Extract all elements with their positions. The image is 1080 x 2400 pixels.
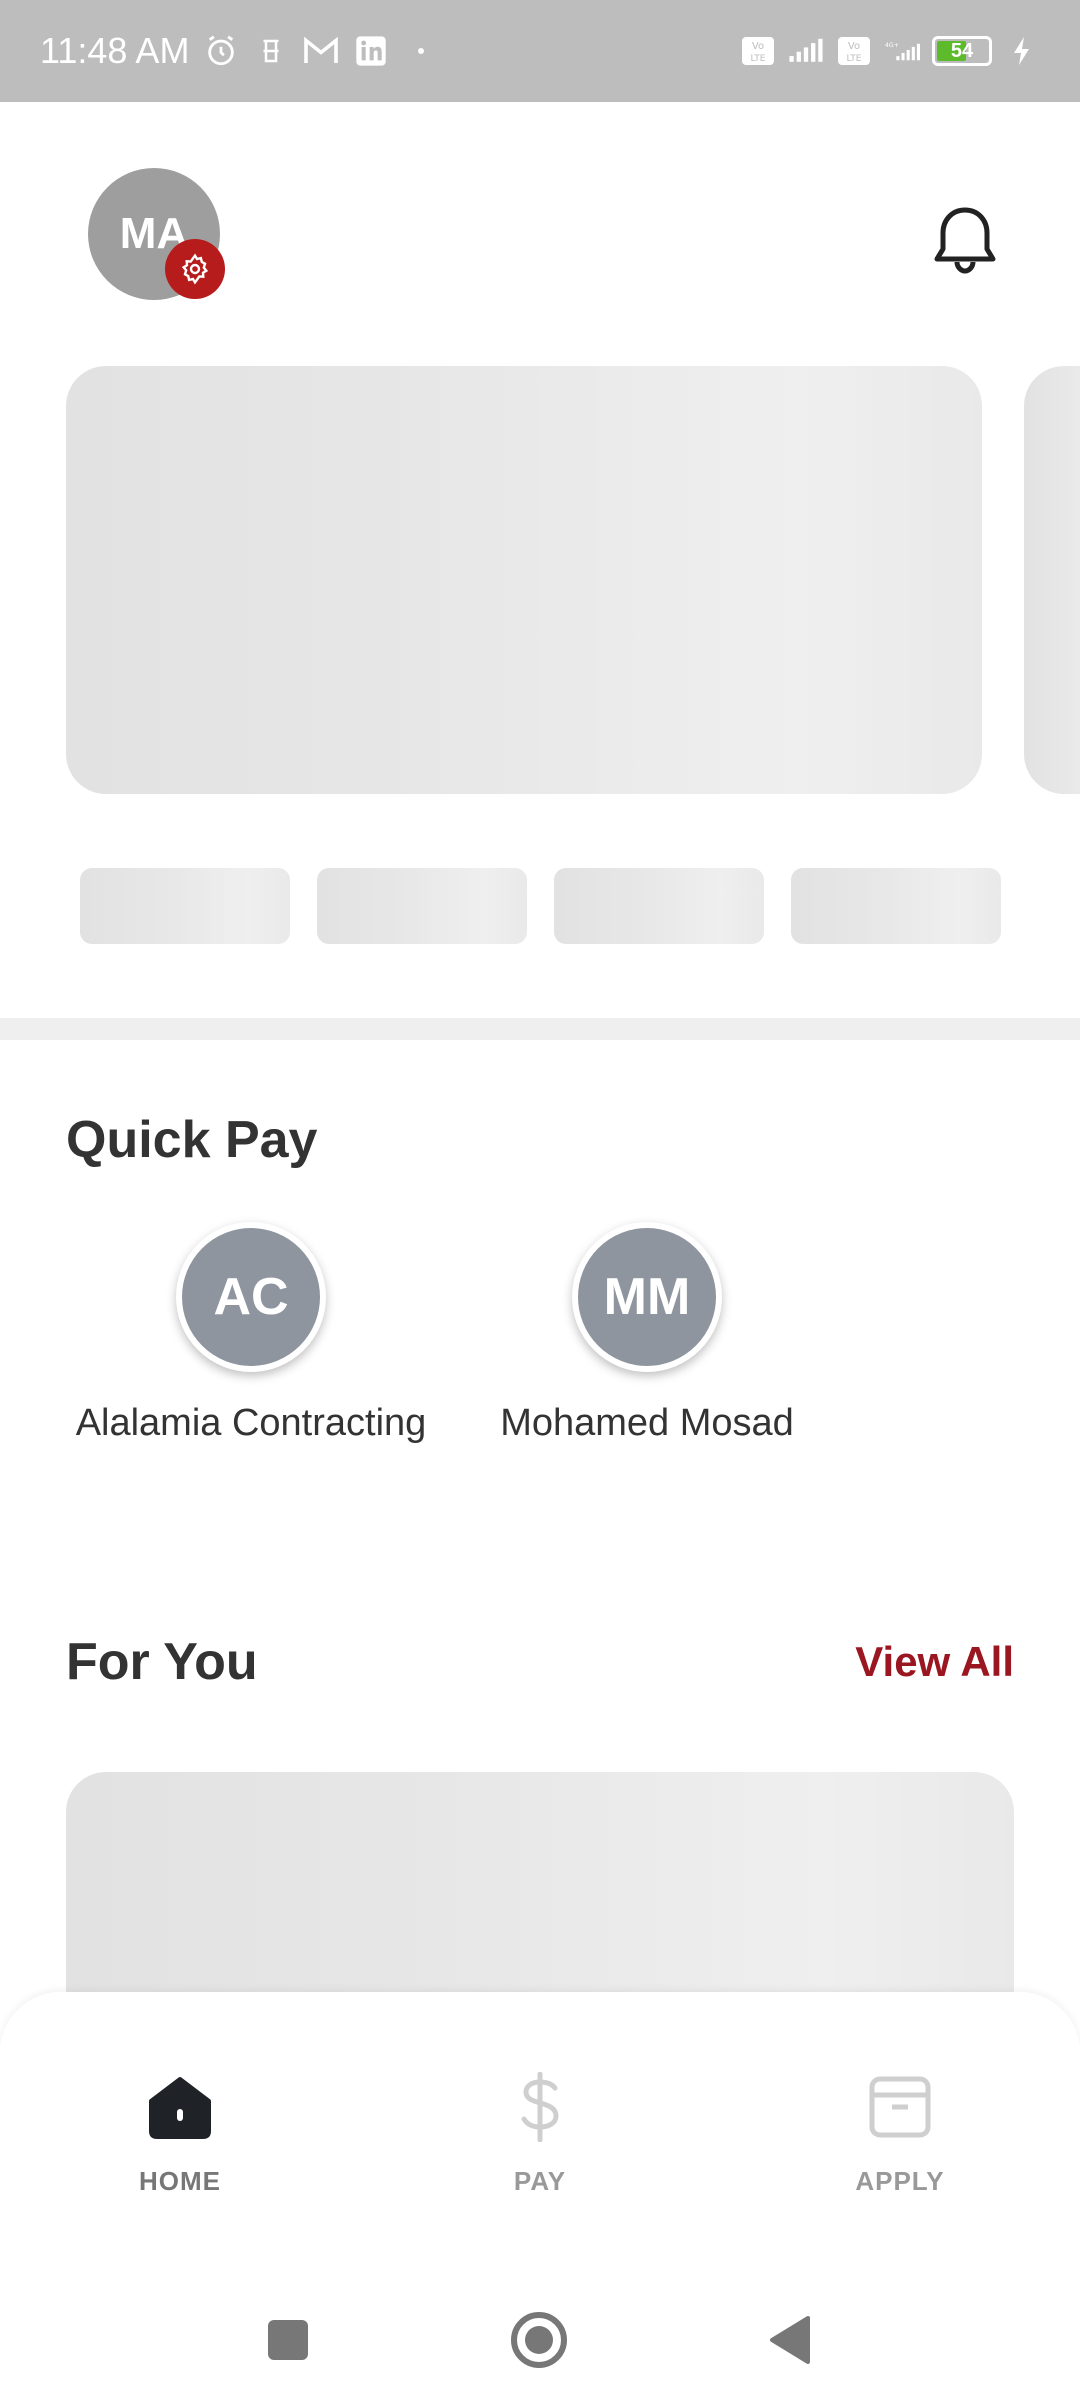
contact-name: Mohamed Mosad — [500, 1402, 794, 1444]
svg-text:LTE: LTE — [751, 54, 766, 64]
contact-name: Alalamia Contracting — [75, 1402, 427, 1444]
for-you-title: For You — [66, 1633, 258, 1691]
linkedin-icon — [353, 33, 389, 69]
volte-icon: Vo LTE — [740, 33, 776, 69]
gear-icon — [181, 253, 209, 285]
contact-avatar: AC — [176, 1222, 326, 1372]
status-right: Vo LTE Vo LTE 4G+ 54 — [740, 33, 1040, 69]
alarm-icon — [203, 33, 239, 69]
home-icon — [145, 2072, 215, 2142]
contact-initials: AC — [213, 1268, 289, 1326]
nav-label-apply: APPLY — [855, 2166, 945, 2196]
home-circle-icon — [511, 2312, 567, 2368]
back-icon — [770, 2316, 810, 2364]
svg-text:LTE: LTE — [847, 54, 862, 64]
contact-avatar: MM — [572, 1222, 722, 1372]
bell-icon — [934, 207, 996, 274]
recent-apps-button[interactable] — [258, 2310, 318, 2370]
archive-icon — [865, 2072, 935, 2142]
signal-icon — [788, 33, 824, 69]
more-dot-icon — [403, 33, 439, 69]
nav-item-apply[interactable]: APPLY — [800, 2072, 1000, 2197]
svg-text:Vo: Vo — [848, 41, 860, 52]
svg-text:Vo: Vo — [752, 41, 764, 52]
app-notification-icon — [253, 33, 289, 69]
notifications-button[interactable] — [930, 200, 1000, 280]
battery-level: 54 — [950, 39, 974, 62]
nav-label-home: HOME — [139, 2166, 221, 2196]
action-pill-skeleton-4 — [791, 868, 1001, 944]
action-pill-skeleton-3 — [554, 868, 764, 944]
battery-icon: 54 — [932, 36, 992, 66]
nav-item-pay[interactable]: PAY — [440, 2072, 640, 2197]
system-navigation-bar — [0, 2280, 1080, 2390]
action-pill-skeleton-2 — [317, 868, 527, 944]
svg-text:4G+: 4G+ — [885, 42, 899, 49]
recent-apps-icon — [268, 2320, 308, 2360]
status-bar: 11:48 AM Vo LTE Vo LTE 4G+ 54 — [0, 0, 1080, 102]
status-time: 11:48 AM — [40, 30, 190, 71]
action-pill-skeleton-1 — [80, 868, 290, 944]
charging-icon — [1004, 33, 1040, 69]
view-all-link[interactable]: View All — [855, 1638, 1014, 1686]
status-left: 11:48 AM — [40, 30, 439, 72]
contact-initials: MM — [603, 1268, 691, 1326]
next-card-skeleton — [1024, 366, 1080, 794]
nav-label-pay: PAY — [513, 2166, 567, 2196]
dollar-icon — [505, 2072, 575, 2142]
nav-item-home[interactable]: HOME — [80, 2072, 280, 2197]
system-home-button[interactable] — [509, 2310, 569, 2370]
gmail-icon — [303, 33, 339, 69]
quick-pay-contact[interactable]: MM Mohamed Mosad — [447, 1222, 847, 1445]
balance-card-skeleton — [66, 366, 982, 794]
volte-icon-2: Vo LTE — [836, 33, 872, 69]
quick-pay-title: Quick Pay — [66, 1111, 318, 1169]
settings-badge[interactable] — [165, 239, 225, 299]
signal-4g-icon: 4G+ — [884, 33, 920, 69]
quick-pay-contact[interactable]: AC Alalamia Contracting — [51, 1222, 451, 1445]
section-divider — [0, 1018, 1080, 1040]
back-button[interactable] — [760, 2310, 820, 2370]
